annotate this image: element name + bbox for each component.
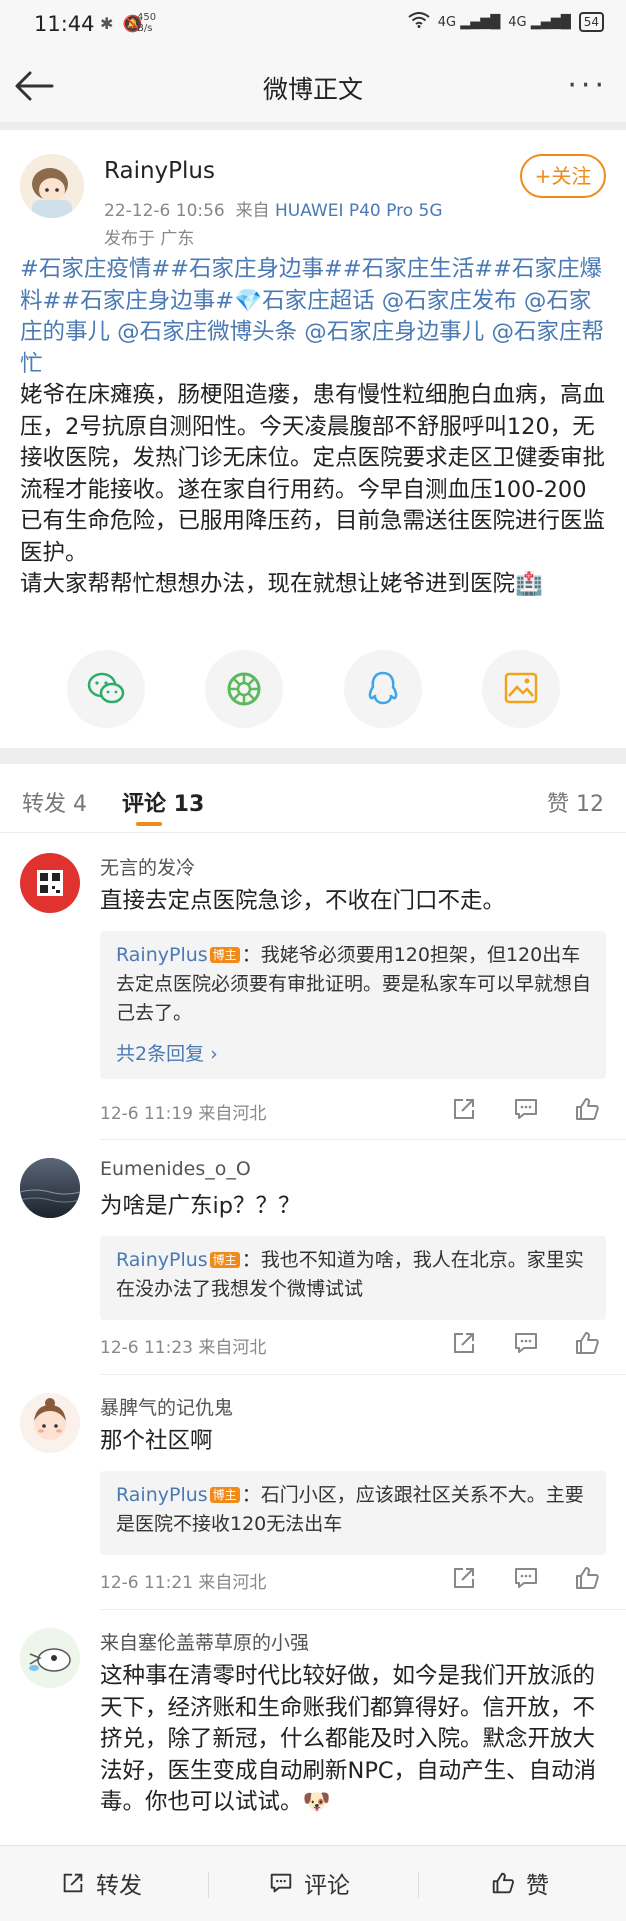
status-time: 11:44: [34, 12, 95, 36]
qq-share-button[interactable]: [344, 650, 422, 728]
comment-text: 这种事在清零时代比较好做，如今是我们开放派的天下，经济账和生命账我们都算得好。信…: [100, 1663, 597, 1815]
reply-box[interactable]: RainyPlus 博主 ：石门小区，应该跟社区关系不大。主要是医院不接收120无法…: [100, 1471, 606, 1555]
avatar[interactable]: [20, 1158, 80, 1218]
avatar[interactable]: [20, 1628, 80, 1688]
comment-icon[interactable]: [512, 1095, 544, 1127]
comment-icon[interactable]: [512, 1329, 544, 1361]
comment-text: 直接去定点医院急诊，不收在门口不走。: [100, 888, 506, 914]
comment-user-name[interactable]: 来自塞伦盖蒂草原的小强: [100, 1628, 309, 1655]
repost-icon: [63, 1873, 83, 1893]
share-row: [0, 650, 626, 730]
tab-repost[interactable]: 转发 4: [22, 786, 87, 818]
more-replies-link[interactable]: 共2条回复 ›: [116, 1039, 218, 1066]
divider: [418, 1872, 419, 1898]
like-button[interactable]: 赞: [490, 1866, 549, 1900]
post-text-2: 请大家帮帮忙想想办法，现在就想让姥爷进到医院🏥: [20, 571, 544, 597]
user-name[interactable]: RainyPlus: [104, 158, 215, 184]
from-label: 来自: [235, 201, 270, 221]
avatar[interactable]: [20, 1393, 80, 1453]
divider: [100, 1374, 626, 1375]
bottom-action-bar: 转发 评论 赞: [0, 1845, 626, 1921]
moments-share-button[interactable]: [205, 650, 283, 728]
like-icon[interactable]: [573, 1095, 605, 1127]
wechat-share-button[interactable]: [67, 650, 145, 728]
author-badge: 博主: [209, 1252, 240, 1268]
reply-user-name[interactable]: RainyPlus: [116, 944, 208, 966]
like-icon[interactable]: [573, 1329, 605, 1361]
comment-user-name[interactable]: Eumenides_o_O: [100, 1158, 251, 1180]
divider: [100, 1609, 626, 1610]
wechat-icon: [87, 672, 125, 704]
reply-box[interactable]: RainyPlus 博主 ：我也不知道为啥，我人在北京。家里实在没办法了我想发个微博…: [100, 1236, 606, 1320]
comment-meta: 12-6 11:21 来自河北: [100, 1573, 267, 1593]
reply-text: RainyPlus 博主 ：我姥爷必须要用120担架，但120出车去定点医院必须要有…: [116, 944, 592, 1024]
avatar[interactable]: [20, 853, 80, 913]
avatar[interactable]: [20, 154, 84, 218]
tab-indicator: [136, 822, 162, 826]
signal-icon-2: 4G ▂▄▆█: [508, 14, 571, 30]
more-icon[interactable]: ···: [567, 68, 608, 103]
like-label: 赞: [526, 1873, 549, 1899]
divider: [208, 1872, 209, 1898]
post-meta: 22-12-6 10:56 来自 HUAWEI P40 Pro 5G: [104, 196, 443, 221]
share-icon[interactable]: [450, 1564, 482, 1596]
reply-text: RainyPlus 博主 ：石门小区，应该跟社区关系不大。主要是医院不接收120无法…: [116, 1484, 584, 1535]
repost-label: 转发: [96, 1873, 142, 1899]
wifi-icon: [408, 12, 430, 32]
signal-icon: 4G ▂▄▆█: [437, 14, 501, 30]
divider: [100, 1139, 626, 1140]
tab-likes[interactable]: 赞 12: [547, 786, 604, 818]
post-text: 姥爷在床瘫痪，肠梗阻造瘘，患有慢性粒细胞白血病，高血压，2号抗原自测阳性。今天凌…: [20, 382, 606, 566]
repost-button[interactable]: 转发: [60, 1866, 142, 1900]
reply-box[interactable]: RainyPlus 博主 ：我姥爷必须要用120担架，但120出车去定点医院必须要有…: [100, 931, 606, 1079]
share-icon[interactable]: [450, 1095, 482, 1127]
comment-icon[interactable]: [512, 1564, 544, 1596]
save-image-button[interactable]: [482, 650, 560, 728]
comment-icon: [270, 1873, 292, 1893]
like-icon[interactable]: [573, 1564, 605, 1596]
post-location: 发布于 广东: [104, 229, 195, 249]
comment-label: 评论: [304, 1873, 350, 1899]
reply-user-name[interactable]: RainyPlus: [116, 1484, 208, 1506]
battery-icon: 54: [578, 12, 604, 32]
comment-meta: 12-6 11:19 来自河北: [100, 1104, 267, 1124]
qq-icon: [368, 671, 398, 705]
image-save-icon: [504, 672, 538, 704]
like-icon: [492, 1872, 514, 1894]
share-icon[interactable]: [450, 1329, 482, 1361]
follow-button[interactable]: +关注: [520, 154, 606, 198]
comment-list: 无言的发冷 直接去定点医院急诊，不收在门口不走。 RainyPlus 博主 ：我姥爷…: [0, 833, 626, 1845]
author-badge: 博主: [209, 1487, 240, 1503]
status-bar: 11:44 ✱ 🔕 450 B/s 4G ▂▄▆█ 4G ▂▄▆█ 54: [0, 0, 626, 50]
author-badge: 博主: [209, 947, 240, 963]
comment-user-name[interactable]: 无言的发冷: [100, 853, 195, 880]
post-card: RainyPlus 22-12-6 10:56 来自 HUAWEI P40 Pr…: [0, 130, 626, 748]
reply-text: RainyPlus 博主 ：我也不知道为啥，我人在北京。家里实在没办法了我想发个微博…: [116, 1249, 584, 1300]
detail-tabs: 转发 4 评论 13 赞 12: [0, 764, 626, 833]
comment-user-name[interactable]: 暴脾气的记仇鬼: [100, 1393, 233, 1420]
net-speed: 450 B/s: [137, 12, 157, 34]
post-body: #石家庄疫情##石家庄身边事##石家庄生活##石家庄爆料##石家庄身边事#💎石家…: [20, 254, 606, 601]
reply-user-name[interactable]: RainyPlus: [116, 1249, 208, 1271]
moments-icon: [227, 672, 261, 706]
post-tags[interactable]: #石家庄疫情##石家庄身边事##石家庄生活##石家庄爆料##石家庄身边事#💎石家…: [20, 254, 606, 380]
comment-meta: 12-6 11:23 来自河北: [100, 1338, 267, 1358]
comment-text: 那个社区啊: [100, 1428, 213, 1454]
comment-button[interactable]: 评论: [268, 1866, 350, 1900]
device-link[interactable]: HUAWEI P40 Pro 5G: [275, 201, 443, 221]
page-title: 微博正文: [262, 75, 363, 104]
post-date: 22-12-6 10:56: [104, 201, 225, 221]
nav-bar: 微博正文 ···: [0, 50, 626, 122]
status-right: 4G ▂▄▆█ 4G ▂▄▆█ 54: [408, 12, 604, 32]
comment-text: 为啥是广东ip？？？: [100, 1193, 301, 1219]
tab-comments[interactable]: 评论 13: [122, 786, 204, 818]
